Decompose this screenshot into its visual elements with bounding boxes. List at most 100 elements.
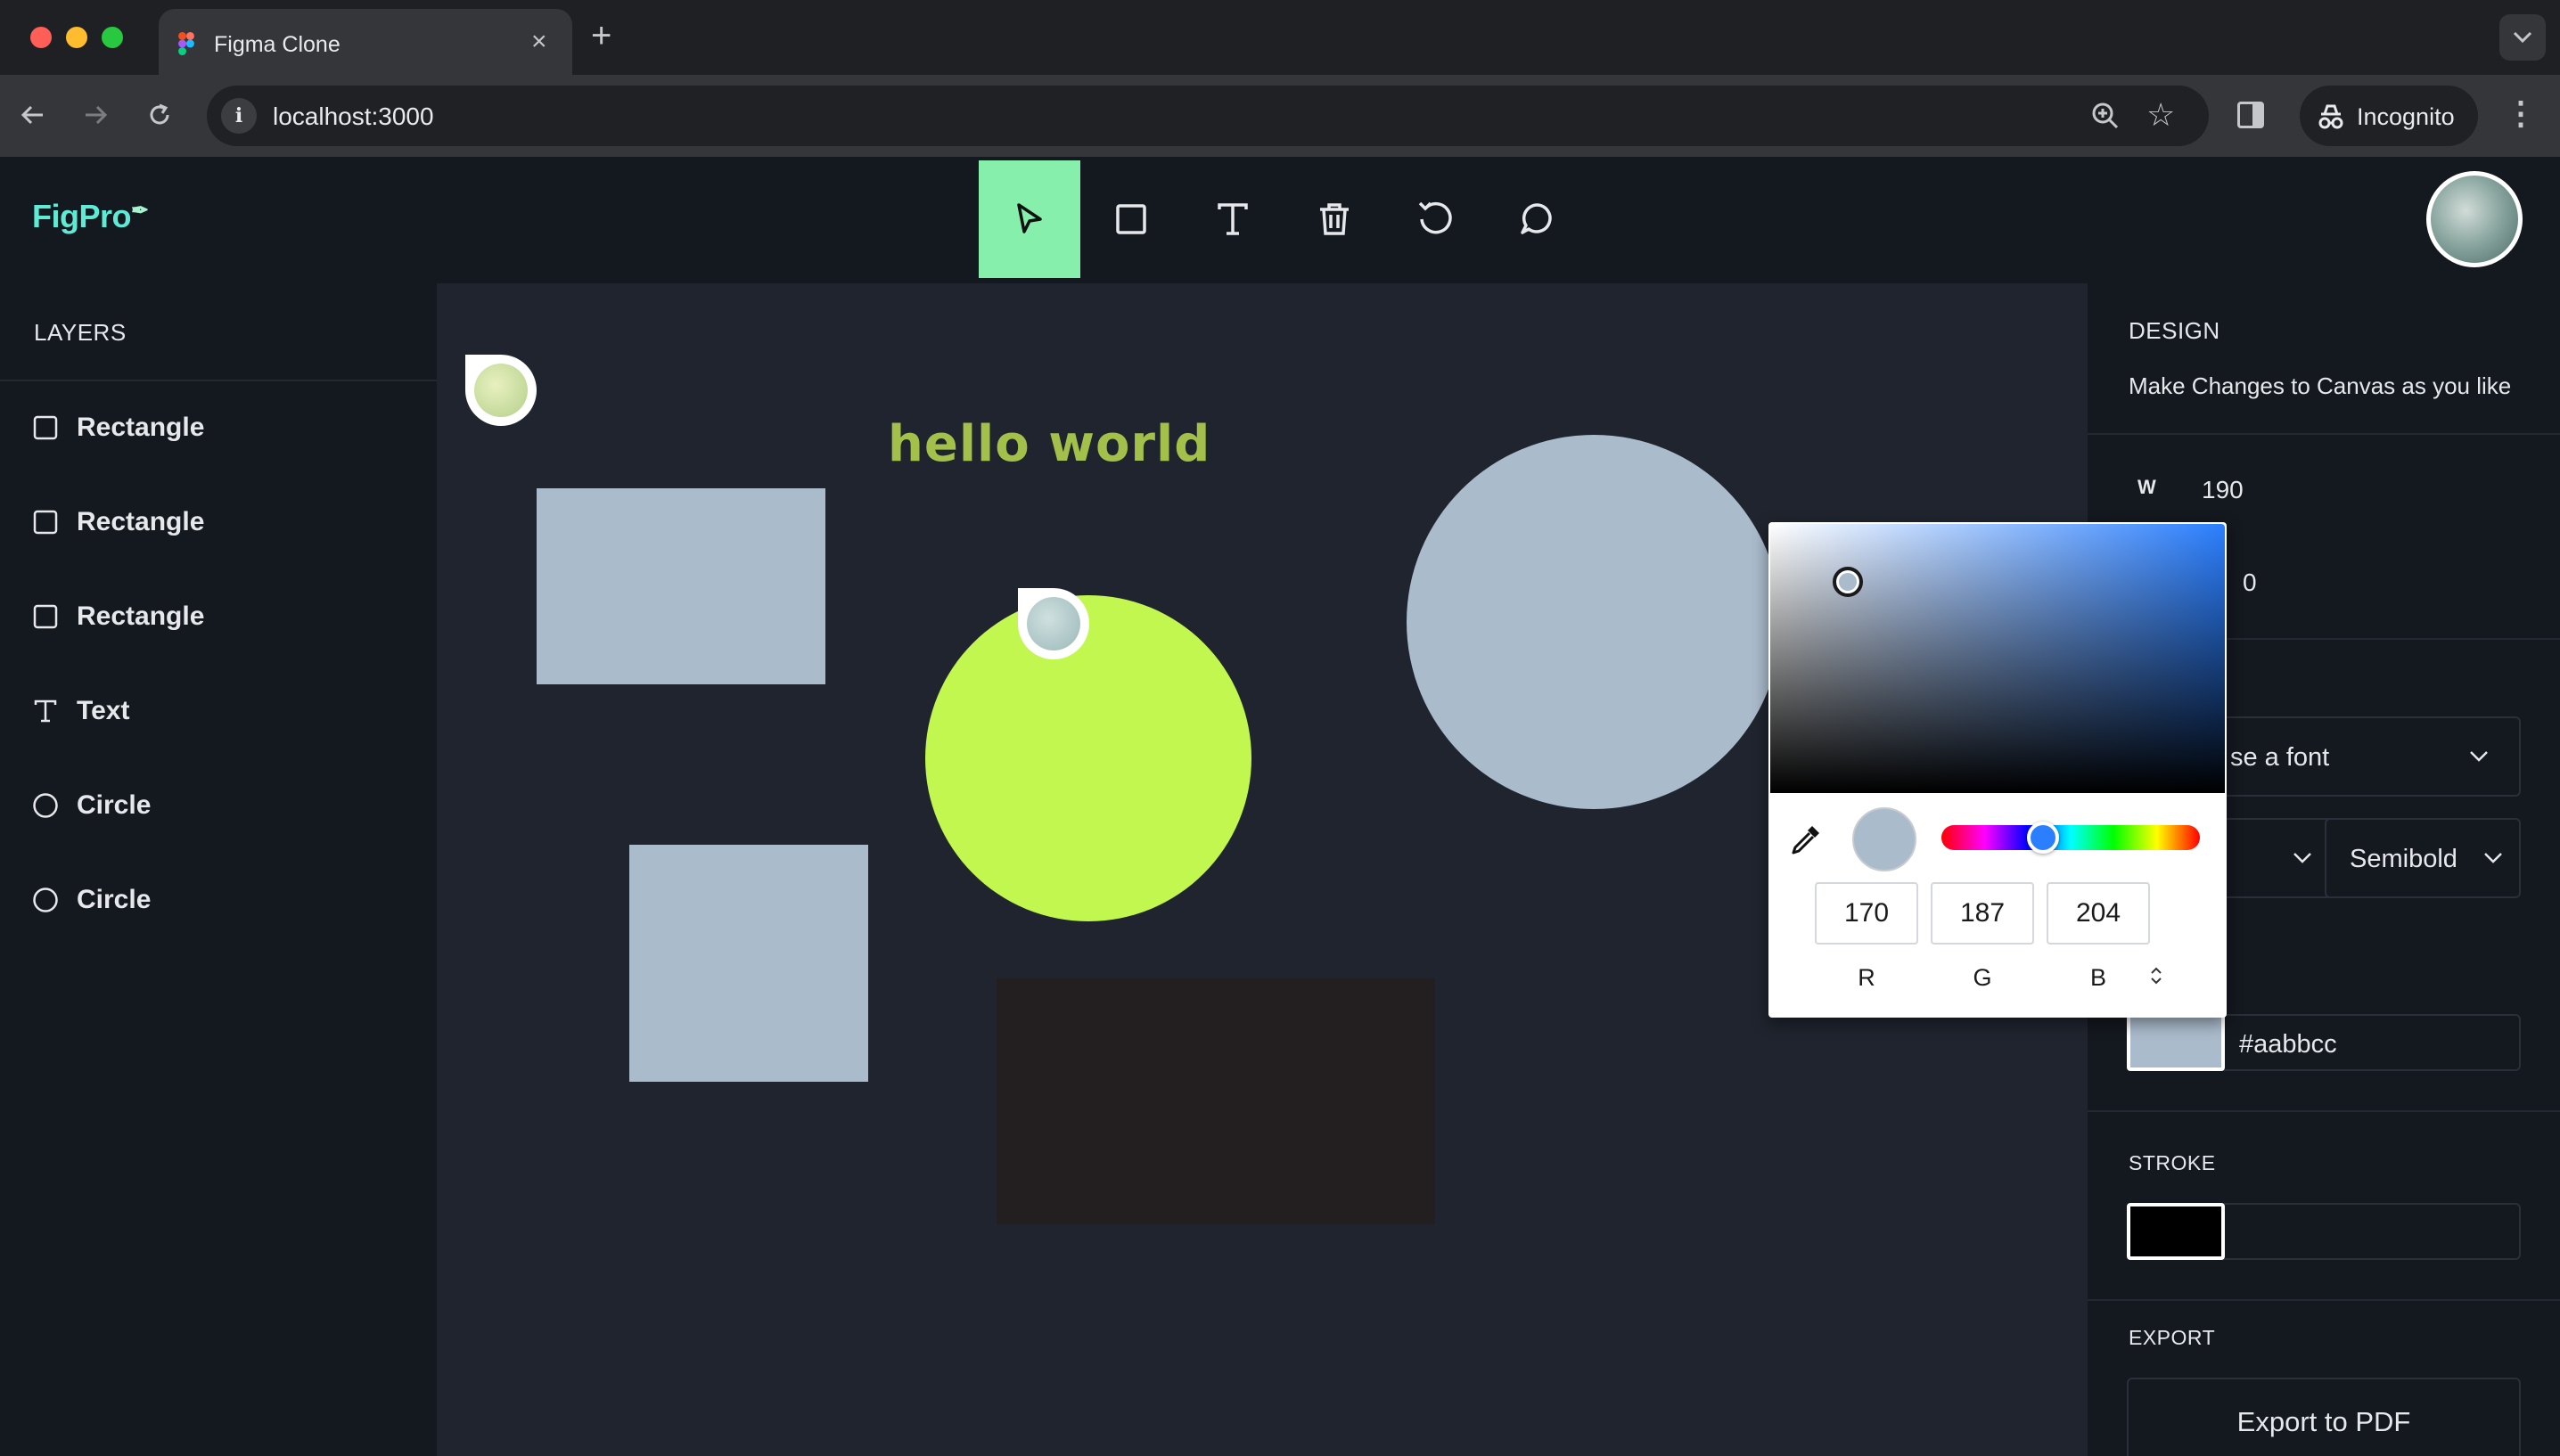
height-input[interactable]: 0 <box>2243 568 2257 597</box>
eyedropper-icon[interactable] <box>1788 822 1824 857</box>
stroke-color-field[interactable] <box>2127 1203 2521 1260</box>
rectangle-shape[interactable] <box>629 845 868 1082</box>
close-window-button[interactable] <box>30 27 52 48</box>
layer-item[interactable]: Text <box>32 684 406 738</box>
incognito-label: Incognito <box>2357 103 2455 130</box>
rectangle-shape[interactable] <box>537 488 825 684</box>
width-input[interactable]: 190 <box>2202 476 2244 504</box>
arrow-right-icon <box>86 105 108 125</box>
current-color-swatch <box>1852 807 1916 871</box>
app-navbar: FigPro✒ <box>0 157 2560 283</box>
saturation-handle[interactable] <box>1833 567 1863 597</box>
divider <box>2088 1110 2560 1112</box>
circle-icon <box>32 887 59 913</box>
square-icon <box>32 414 59 441</box>
user-avatar[interactable] <box>2426 171 2523 267</box>
circle-icon <box>32 792 59 819</box>
stroke-title: STROKE <box>2129 1151 2216 1174</box>
arrow-left-icon <box>21 105 43 125</box>
fill-hex-value[interactable]: #aabbcc <box>2239 1030 2337 1059</box>
site-info-icon[interactable]: i <box>221 98 257 134</box>
layer-item[interactable]: Rectangle <box>32 495 406 549</box>
figma-favicon-icon <box>178 32 194 55</box>
chevron-down-icon <box>2513 31 2532 44</box>
collaborator-cursor <box>1018 588 1089 659</box>
green-input[interactable]: 187 <box>1931 882 2034 945</box>
layers-title: LAYERS <box>34 319 127 346</box>
zoom-icon[interactable] <box>2088 98 2123 134</box>
chevron-down-icon <box>2484 853 2502 863</box>
square-icon <box>1116 204 1146 234</box>
layers-panel: LAYERS Rectangle Rectangle Rectangle Tex… <box>0 283 437 1456</box>
chevron-down-icon <box>2293 853 2311 863</box>
layer-label: Rectangle <box>77 601 205 631</box>
red-input[interactable]: 170 <box>1815 882 1918 945</box>
collaborator-cursor <box>465 355 537 426</box>
chevron-down-icon <box>2470 751 2488 762</box>
select-tool-button[interactable] <box>979 160 1080 278</box>
browser-toolbar: i localhost:3000 ☆ Incognito ⋮ <box>0 75 2560 157</box>
new-tab-button[interactable]: + <box>591 16 611 56</box>
browser-tab[interactable]: Figma Clone × <box>159 9 572 75</box>
layer-label: Rectangle <box>77 507 205 536</box>
format-toggle-icon[interactable] <box>2143 966 2170 986</box>
blue-input[interactable]: 204 <box>2047 882 2150 945</box>
circle-shape[interactable] <box>925 595 1251 921</box>
design-title: DESIGN <box>2129 317 2220 344</box>
incognito-indicator[interactable]: Incognito <box>2300 86 2478 146</box>
tab-search-button[interactable] <box>2499 14 2546 61</box>
trash-icon <box>1320 203 1349 235</box>
width-label: W <box>2137 476 2156 498</box>
address-bar[interactable]: i localhost:3000 ☆ <box>207 86 2209 146</box>
layer-item[interactable]: Circle <box>32 873 406 927</box>
browser-menu-icon[interactable]: ⋮ <box>2505 94 2537 132</box>
back-button[interactable] <box>11 93 55 137</box>
cursor-arrow-icon <box>1017 203 1042 233</box>
app-logo[interactable]: FigPro✒ <box>32 198 149 235</box>
stroke-color-swatch[interactable] <box>2127 1203 2225 1260</box>
fill-color-field[interactable]: #aabbcc <box>2127 1014 2521 1071</box>
logo-text: FigPro <box>32 198 132 234</box>
layer-label: Rectangle <box>77 413 205 442</box>
divider <box>2088 433 2560 435</box>
green-label: G <box>1973 964 1992 991</box>
hue-handle[interactable] <box>2027 822 2059 854</box>
fill-color-swatch[interactable] <box>2127 1014 2225 1071</box>
reload-button[interactable] <box>137 93 182 137</box>
red-label: R <box>1858 964 1875 991</box>
reset-tool-button[interactable] <box>1385 160 1487 278</box>
browser-tab-bar: Figma Clone × + <box>0 0 2560 75</box>
url-text[interactable]: localhost:3000 <box>273 102 434 131</box>
square-icon <box>32 603 59 630</box>
export-pdf-button[interactable]: Export to PDF <box>2127 1378 2521 1456</box>
saturation-area[interactable] <box>1770 524 2225 793</box>
layer-item[interactable]: Rectangle <box>32 401 406 454</box>
collaborator-avatar <box>1027 597 1080 650</box>
minimize-window-button[interactable] <box>66 27 87 48</box>
collaborator-avatar <box>474 364 528 417</box>
text-icon <box>1218 203 1248 235</box>
canvas-text-object[interactable]: hello world <box>888 415 1210 473</box>
layer-item[interactable]: Circle <box>32 779 406 832</box>
export-title: EXPORT <box>2129 1326 2216 1349</box>
forward-button[interactable] <box>73 93 118 137</box>
incognito-icon <box>2318 104 2343 129</box>
delete-tool-button[interactable] <box>1284 160 1385 278</box>
divider <box>0 380 437 381</box>
tab-close-icon[interactable]: × <box>531 27 547 57</box>
hue-slider[interactable] <box>1941 822 2200 854</box>
bookmark-star-icon[interactable]: ☆ <box>2146 96 2175 134</box>
layer-item[interactable]: Rectangle <box>32 590 406 643</box>
side-panel-icon[interactable] <box>2237 102 2264 128</box>
rectangle-shape[interactable] <box>997 978 1435 1224</box>
text-tool-button[interactable] <box>1182 160 1284 278</box>
square-icon <box>32 509 59 536</box>
comment-tool-button[interactable] <box>1487 160 1588 278</box>
color-picker-popover: 170 187 204 R G B <box>1768 522 2227 1018</box>
circle-shape-selected[interactable] <box>1407 435 1781 809</box>
reset-icon <box>1418 201 1452 234</box>
maximize-window-button[interactable] <box>102 27 123 48</box>
rectangle-tool-button[interactable] <box>1080 160 1182 278</box>
font-weight-select[interactable]: Semibold <box>2325 818 2521 898</box>
font-family-value: se a font <box>2230 743 2330 772</box>
